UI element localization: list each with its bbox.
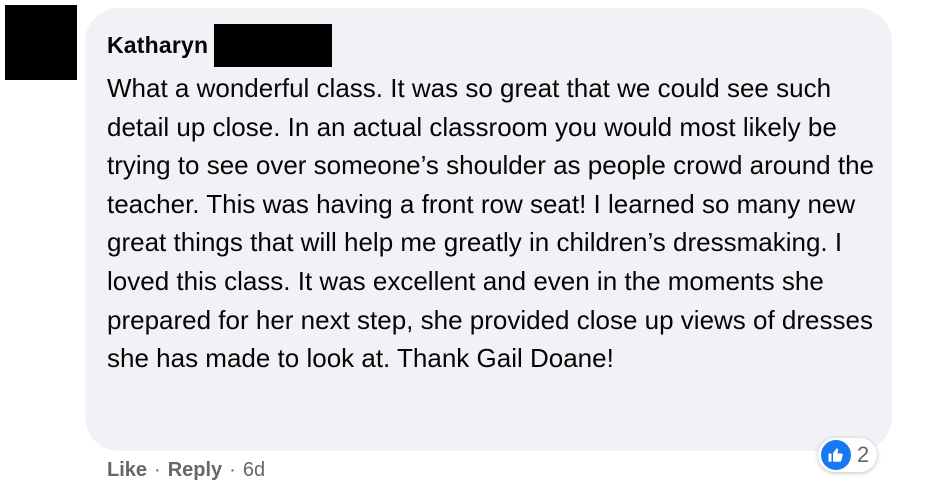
separator: · [229, 458, 236, 481]
redacted-surname [214, 24, 333, 67]
comment-actions: Like · Reply · 6d [107, 455, 265, 485]
author-name[interactable]: Katharyn [107, 32, 208, 59]
timestamp[interactable]: 6d [243, 459, 265, 482]
thumbs-up-icon [821, 440, 851, 470]
author-row: Katharyn [107, 24, 870, 67]
separator: · [154, 458, 161, 481]
like-button[interactable]: Like [107, 459, 147, 482]
comment-bubble: Katharyn What a wonderful class. It was … [85, 8, 892, 451]
reply-button[interactable]: Reply [168, 459, 222, 482]
avatar[interactable] [5, 5, 77, 80]
reaction-badge[interactable]: 2 [818, 438, 878, 472]
reaction-count: 2 [857, 442, 870, 467]
comment-text: What a wonderful class. It was so great … [107, 73, 874, 374]
comment-container: Katharyn What a wonderful class. It was … [0, 0, 926, 492]
